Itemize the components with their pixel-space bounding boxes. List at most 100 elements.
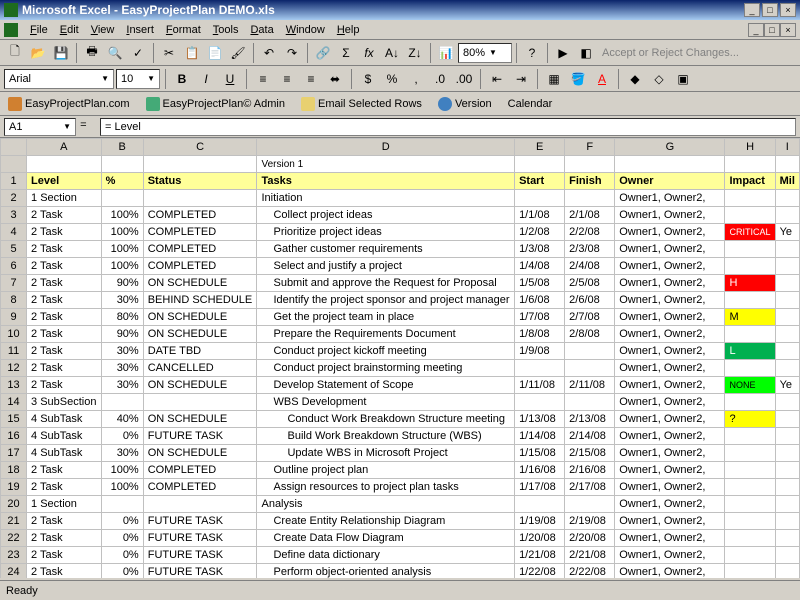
save-button[interactable]: 💾 [50,42,72,64]
table-row[interactable]: 112 Task30%DATE TBDConduct project kicko… [1,343,800,360]
italic-button[interactable]: I [195,68,217,90]
increase-indent-button[interactable]: ⇥ [510,68,532,90]
open-button[interactable]: 📂 [27,42,49,64]
menu-insert[interactable]: Insert [120,22,160,38]
row-header[interactable]: 17 [1,445,27,462]
new-button[interactable]: 🗋 [4,42,26,64]
row-header[interactable]: 14 [1,394,27,411]
copy-button[interactable]: 📋 [181,42,203,64]
spelling-button[interactable]: ✓ [127,42,149,64]
format-painter-button[interactable]: 🖌 [227,42,249,64]
col-header[interactable]: D [257,139,515,156]
table-row[interactable]: 143 SubSectionWBS DevelopmentOwner1, Own… [1,394,800,411]
extra1-button[interactable]: ◆ [624,68,646,90]
autosum-button[interactable]: Σ [335,42,357,64]
col-header[interactable]: C [143,139,257,156]
redo-button[interactable]: ↷ [281,42,303,64]
row-header[interactable]: 21 [1,513,27,530]
menu-file[interactable]: File [24,22,54,38]
table-row[interactable]: 242 Task0%FUTURE TASKPerform object-orie… [1,564,800,579]
menu-tools[interactable]: Tools [207,22,245,38]
cut-button[interactable]: ✂ [158,42,180,64]
row-header[interactable]: 15 [1,411,27,428]
doc-close-button[interactable]: × [780,23,796,37]
table-row[interactable]: 154 SubTask40%ON SCHEDULEConduct Work Br… [1,411,800,428]
col-header[interactable]: A [27,139,102,156]
close-button[interactable]: × [780,3,796,17]
row-header[interactable]: 1 [1,173,27,190]
col-header[interactable]: H [725,139,775,156]
menu-data[interactable]: Data [244,22,279,38]
table-row[interactable]: 174 SubTask30%ON SCHEDULEUpdate WBS in M… [1,445,800,462]
borders-button[interactable]: ▦ [543,68,565,90]
col-header[interactable]: E [515,139,565,156]
function-button[interactable]: fx [358,42,380,64]
row-header[interactable]: 19 [1,479,27,496]
link-admin[interactable]: EasyProjectPlan© Admin [142,95,289,113]
percent-button[interactable]: % [381,68,403,90]
maximize-button[interactable]: □ [762,3,778,17]
formula-input[interactable]: = Level [100,118,796,136]
row-header[interactable]: 18 [1,462,27,479]
sort-asc-button[interactable]: A↓ [381,42,403,64]
table-row[interactable]: 42 Task100%COMPLETEDPrioritize project i… [1,224,800,241]
menu-format[interactable]: Format [160,22,207,38]
menu-view[interactable]: View [85,22,121,38]
link-calendar[interactable]: Calendar [504,96,557,112]
highlight-changes-button[interactable]: ◧ [575,42,597,64]
row-header[interactable]: 13 [1,377,27,394]
minimize-button[interactable]: _ [744,3,760,17]
extra3-button[interactable]: ▣ [672,68,694,90]
table-row[interactable]: 212 Task0%FUTURE TASKCreate Entity Relat… [1,513,800,530]
extra2-button[interactable]: ◇ [648,68,670,90]
align-right-button[interactable]: ≡ [300,68,322,90]
font-combo[interactable]: Arial▼ [4,69,114,89]
col-header[interactable]: F [565,139,615,156]
row-header[interactable]: 5 [1,241,27,258]
row-header[interactable]: 8 [1,292,27,309]
preview-button[interactable]: 🔍 [104,42,126,64]
row-header[interactable]: 22 [1,530,27,547]
row-header[interactable]: 12 [1,360,27,377]
table-row[interactable]: 32 Task100%COMPLETEDCollect project idea… [1,207,800,224]
table-row[interactable]: 92 Task80%ON SCHEDULEGet the project tea… [1,309,800,326]
chart-button[interactable]: 📊 [435,42,457,64]
col-header[interactable]: G [615,139,725,156]
link-version[interactable]: Version [434,95,496,113]
table-row[interactable]: 72 Task90%ON SCHEDULESubmit and approve … [1,275,800,292]
decrease-indent-button[interactable]: ⇤ [486,68,508,90]
zoom-combo[interactable]: 80%▼ [458,43,512,63]
sort-desc-button[interactable]: Z↓ [404,42,426,64]
font-color-button[interactable]: A [591,68,613,90]
row-header[interactable]: 10 [1,326,27,343]
paste-button[interactable]: 📄 [204,42,226,64]
bold-button[interactable]: B [171,68,193,90]
row-header[interactable]: 6 [1,258,27,275]
table-row[interactable]: 132 Task30%ON SCHEDULEDevelop Statement … [1,377,800,394]
worksheet[interactable]: ABCDEFGHIVersion 11Level%StatusTasksStar… [0,138,800,578]
table-row[interactable]: 21 SectionInitiationOwner1, Owner2, [1,190,800,207]
table-row[interactable]: 182 Task100%COMPLETEDOutline project pla… [1,462,800,479]
print-button[interactable]: 🖶 [81,42,103,64]
hyperlink-button[interactable]: 🔗 [312,42,334,64]
help-button[interactable]: ? [521,42,543,64]
table-row[interactable]: 201 SectionAnalysisOwner1, Owner2, [1,496,800,513]
fill-color-button[interactable]: 🪣 [567,68,589,90]
table-row[interactable]: 122 Task30%CANCELLEDConduct project brai… [1,360,800,377]
row-header[interactable]: 2 [1,190,27,207]
table-row[interactable]: 52 Task100%COMPLETEDGather customer requ… [1,241,800,258]
table-row[interactable]: 222 Task0%FUTURE TASKCreate Data Flow Di… [1,530,800,547]
accept-reject-label[interactable]: Accept or Reject Changes... [598,47,743,59]
comma-button[interactable]: , [405,68,427,90]
table-row[interactable]: 62 Task100%COMPLETEDSelect and justify a… [1,258,800,275]
row-header[interactable]: 16 [1,428,27,445]
table-row[interactable]: 192 Task100%COMPLETEDAssign resources to… [1,479,800,496]
row-header[interactable]: 7 [1,275,27,292]
table-row[interactable]: 232 Task0%FUTURE TASKDefine data diction… [1,547,800,564]
doc-restore-button[interactable]: □ [764,23,780,37]
align-left-button[interactable]: ≡ [252,68,274,90]
row-header[interactable]: 9 [1,309,27,326]
name-box[interactable]: A1▼ [4,118,76,136]
size-combo[interactable]: 10▼ [116,69,160,89]
merge-button[interactable]: ⬌ [324,68,346,90]
